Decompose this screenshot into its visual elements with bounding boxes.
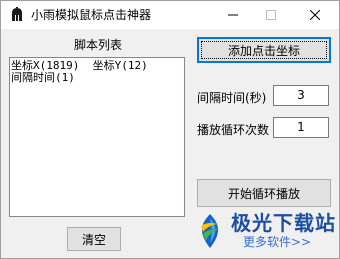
start-loop-label: 开始循环播放 — [227, 186, 300, 201]
aurora-logo-icon — [191, 212, 229, 250]
app-window: 小雨模拟鼠标点击神器 脚本列表 坐标X(1819) 坐标Y(12) 间隔时间(1… — [0, 0, 340, 259]
add-click-coord-button[interactable]: 添加点击坐标 — [197, 37, 331, 63]
clear-button[interactable]: 清空 — [67, 227, 121, 251]
maximize-icon — [253, 1, 289, 29]
script-list-label: 脚本列表 — [73, 38, 122, 52]
watermark-name: 极光下载站 — [231, 211, 336, 235]
watermark-more-link[interactable]: 更多软件>> — [243, 234, 311, 250]
loop-count-label: 播放循环次数 — [197, 123, 270, 137]
close-icon[interactable] — [297, 1, 333, 29]
minimize-icon[interactable] — [215, 1, 251, 29]
script-listbox[interactable]: 坐标X(1819) 坐标Y(12) 间隔时间(1) — [9, 57, 185, 217]
window-title: 小雨模拟鼠标点击神器 — [31, 8, 152, 22]
start-loop-button[interactable]: 开始循环播放 — [197, 179, 331, 207]
list-item[interactable]: 间隔时间(1) — [11, 72, 183, 84]
clear-label: 清空 — [81, 232, 106, 247]
title-bar[interactable]: 小雨模拟鼠标点击神器 — [1, 1, 339, 29]
focus-rectangle — [201, 41, 327, 59]
spartan-helmet-icon — [9, 7, 25, 23]
watermark: 极光下载站 更多软件>> — [191, 209, 339, 257]
interval-field[interactable]: 3 — [273, 85, 329, 106]
interval-label: 间隔时间(秒) — [197, 91, 267, 105]
loop-count-field[interactable]: 1 — [273, 117, 329, 138]
